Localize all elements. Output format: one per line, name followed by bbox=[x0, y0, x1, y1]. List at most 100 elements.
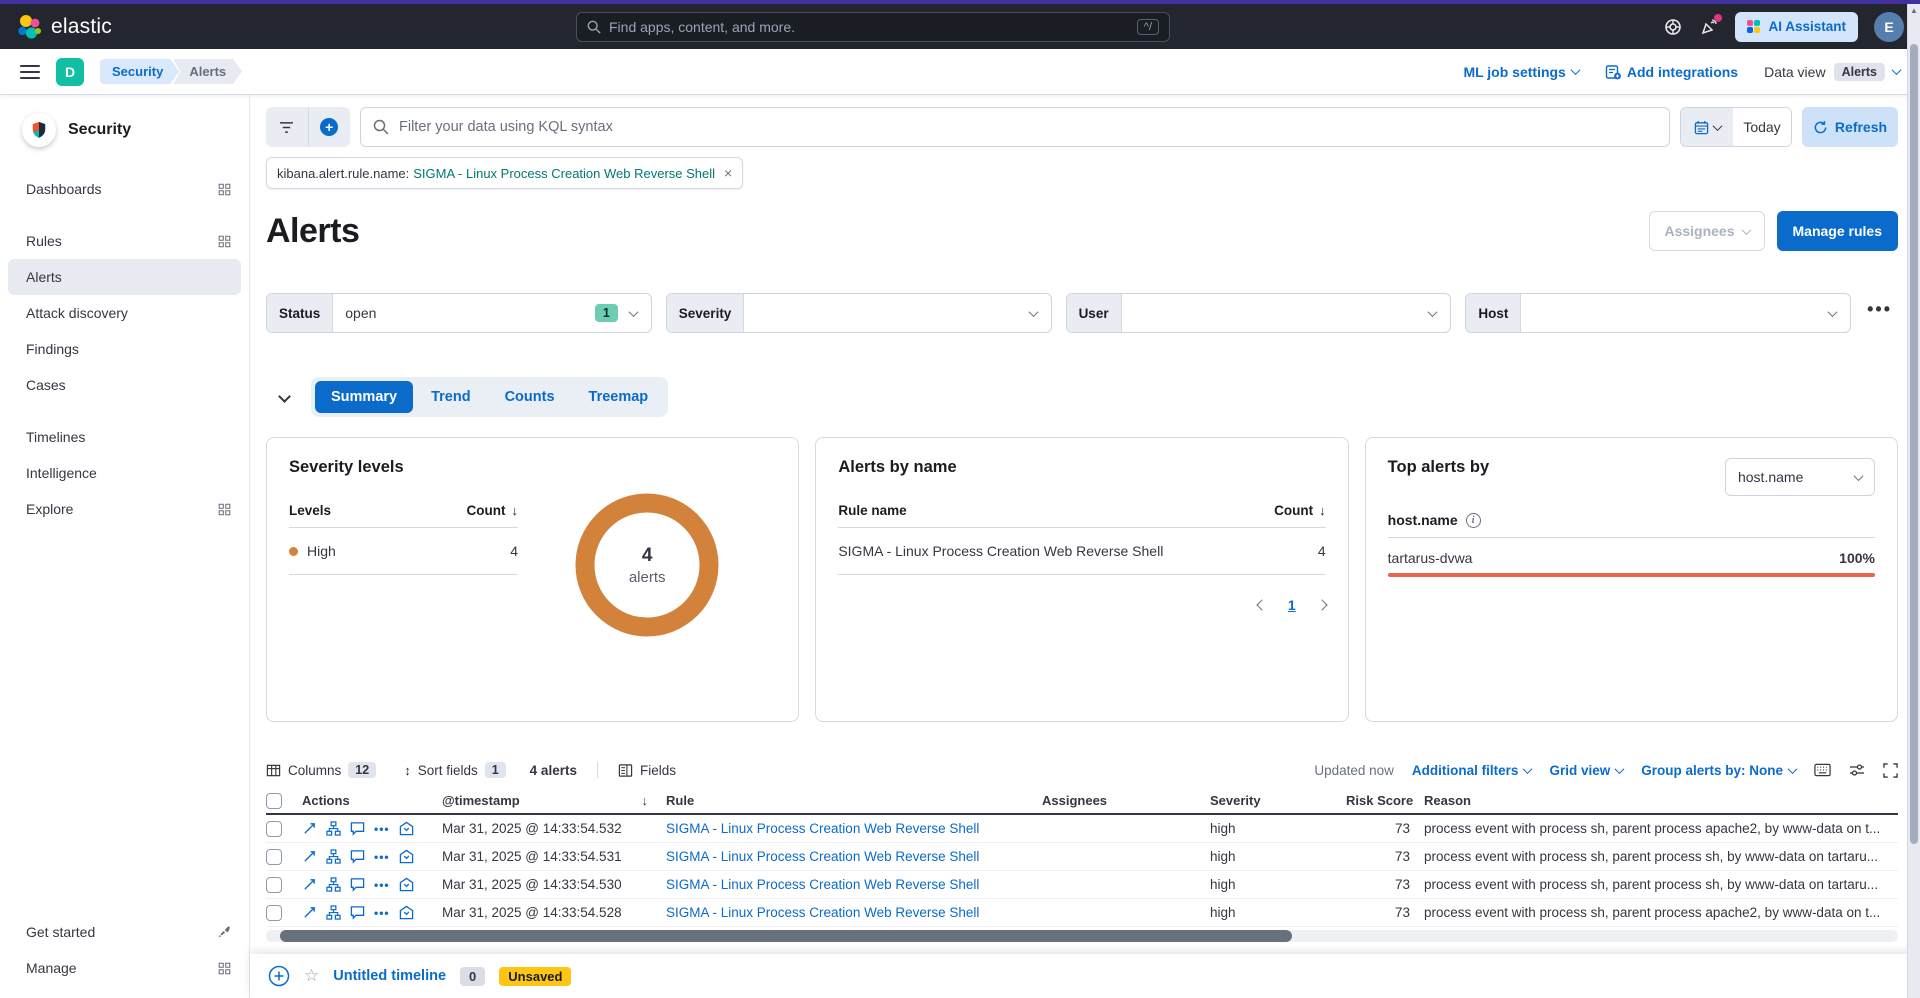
space-badge[interactable]: D bbox=[56, 58, 84, 86]
severity-column-header[interactable]: Severity bbox=[1210, 793, 1346, 808]
user-filter[interactable]: User bbox=[1066, 293, 1452, 333]
more-actions-icon[interactable]: ••• bbox=[374, 822, 390, 836]
page-scrollbar[interactable]: ▲ bbox=[1907, 4, 1920, 998]
close-icon[interactable]: × bbox=[724, 165, 732, 181]
ml-job-settings-link[interactable]: ML job settings bbox=[1463, 64, 1578, 80]
count-column-header[interactable]: Count↓ bbox=[1274, 503, 1325, 518]
alert-row[interactable]: ••• Mar 31, 2025 @ 14:33:54.532 SIGMA - … bbox=[266, 815, 1898, 843]
session-view-icon[interactable] bbox=[399, 821, 414, 836]
kql-search-bar[interactable] bbox=[360, 107, 1670, 147]
fullscreen-icon[interactable] bbox=[1883, 763, 1898, 778]
breadcrumb-security[interactable]: Security bbox=[100, 59, 179, 84]
timeline-title-link[interactable]: Untitled timeline bbox=[333, 968, 446, 984]
add-filter-button[interactable]: + bbox=[309, 107, 351, 147]
sidebar-item-attack-discovery[interactable]: Attack discovery bbox=[8, 295, 241, 331]
risk-score-column-header[interactable]: Risk Score bbox=[1346, 793, 1424, 808]
previous-page-icon[interactable] bbox=[1256, 599, 1267, 610]
session-view-icon[interactable] bbox=[399, 849, 414, 864]
date-picker-menu-button[interactable] bbox=[1681, 108, 1733, 146]
alerts-by-name-row[interactable]: SIGMA - Linux Process Creation Web Rever… bbox=[838, 528, 1325, 575]
page-number[interactable]: 1 bbox=[1288, 597, 1296, 613]
expand-alert-icon[interactable] bbox=[302, 905, 317, 920]
more-actions-icon[interactable]: ••• bbox=[374, 850, 390, 864]
next-page-icon[interactable] bbox=[1316, 599, 1327, 610]
comment-icon[interactable] bbox=[350, 905, 365, 920]
alert-reason[interactable]: process event with process sh, parent pr… bbox=[1424, 821, 1898, 836]
severity-filter[interactable]: Severity bbox=[666, 293, 1052, 333]
alert-rule-link[interactable]: SIGMA - Linux Process Creation Web Rever… bbox=[666, 877, 1042, 892]
display-options-icon[interactable] bbox=[1849, 763, 1865, 777]
sidebar-item-get-started[interactable]: Get started bbox=[8, 914, 241, 950]
expand-alert-icon[interactable] bbox=[302, 877, 317, 892]
alert-rule-link[interactable]: SIGMA - Linux Process Creation Web Rever… bbox=[666, 821, 1042, 836]
comment-icon[interactable] bbox=[350, 877, 365, 892]
kql-input[interactable] bbox=[399, 119, 1657, 135]
add-timeline-icon[interactable] bbox=[268, 965, 290, 987]
rule-column-header[interactable]: Rule bbox=[666, 793, 1042, 808]
comment-icon[interactable] bbox=[350, 849, 365, 864]
sidebar-item-timelines[interactable]: Timelines bbox=[8, 419, 241, 455]
row-checkbox[interactable] bbox=[266, 877, 282, 893]
ai-assistant-button[interactable]: AI Assistant bbox=[1735, 12, 1858, 42]
tab-trend[interactable]: Trend bbox=[415, 381, 486, 413]
reason-column-header[interactable]: Reason bbox=[1424, 793, 1898, 808]
sidebar-item-intelligence[interactable]: Intelligence bbox=[8, 455, 241, 491]
session-view-icon[interactable] bbox=[399, 877, 414, 892]
info-icon[interactable]: i bbox=[1466, 513, 1481, 528]
expand-alert-icon[interactable] bbox=[302, 849, 317, 864]
more-filters-icon[interactable]: ••• bbox=[1865, 299, 1898, 328]
alert-reason[interactable]: process event with process sh, parent pr… bbox=[1424, 877, 1898, 892]
assignees-column-header[interactable]: Assignees bbox=[1042, 793, 1210, 808]
keyboard-shortcuts-icon[interactable] bbox=[1814, 763, 1831, 777]
saved-query-menu-button[interactable] bbox=[266, 107, 309, 147]
row-checkbox[interactable] bbox=[266, 849, 282, 865]
tab-treemap[interactable]: Treemap bbox=[573, 381, 665, 413]
group-alerts-by-button[interactable]: Group alerts by: None bbox=[1641, 763, 1796, 778]
sidebar-item-cases[interactable]: Cases bbox=[8, 367, 241, 403]
scrollbar-thumb[interactable] bbox=[280, 930, 1292, 942]
alert-row[interactable]: ••• Mar 31, 2025 @ 14:33:54.530 SIGMA - … bbox=[266, 871, 1898, 899]
status-filter[interactable]: Status open 1 bbox=[266, 293, 652, 333]
row-checkbox[interactable] bbox=[266, 905, 282, 921]
alert-row[interactable]: ••• Mar 31, 2025 @ 14:33:54.531 SIGMA - … bbox=[266, 843, 1898, 871]
top-alert-row[interactable]: tartarus-dvwa 100% bbox=[1388, 550, 1875, 566]
menu-icon[interactable] bbox=[20, 65, 40, 79]
manage-rules-button[interactable]: Manage rules bbox=[1777, 211, 1898, 251]
alert-reason[interactable]: process event with process sh, parent pr… bbox=[1424, 905, 1898, 920]
alert-rule-link[interactable]: SIGMA - Linux Process Creation Web Rever… bbox=[666, 849, 1042, 864]
analyzer-icon[interactable] bbox=[326, 877, 341, 892]
scrollbar-thumb[interactable] bbox=[1910, 44, 1918, 844]
sidebar-item-findings[interactable]: Findings bbox=[8, 331, 241, 367]
tab-summary[interactable]: Summary bbox=[315, 381, 413, 413]
global-search-input[interactable] bbox=[609, 19, 1129, 35]
assignees-button[interactable]: Assignees bbox=[1649, 211, 1764, 251]
additional-filters-button[interactable]: Additional filters bbox=[1412, 763, 1532, 778]
table-horizontal-scrollbar[interactable] bbox=[266, 930, 1898, 942]
sidebar-item-manage[interactable]: Manage bbox=[8, 950, 241, 986]
row-checkbox[interactable] bbox=[266, 821, 282, 837]
analyzer-icon[interactable] bbox=[326, 849, 341, 864]
sidebar-item-explore[interactable]: Explore bbox=[8, 491, 241, 527]
select-all-checkbox[interactable] bbox=[266, 793, 282, 809]
count-column-header[interactable]: Count↓ bbox=[467, 503, 518, 518]
news-feed-icon[interactable] bbox=[1699, 17, 1719, 37]
columns-button[interactable]: Columns 12 bbox=[266, 762, 376, 778]
elastic-logo[interactable]: elastic bbox=[16, 14, 112, 40]
date-range-value[interactable]: Today bbox=[1733, 108, 1791, 146]
session-view-icon[interactable] bbox=[399, 905, 414, 920]
add-integrations-link[interactable]: Add integrations bbox=[1605, 64, 1738, 80]
collapse-summary-icon[interactable] bbox=[280, 388, 289, 406]
data-view-control[interactable]: Data view Alerts bbox=[1764, 63, 1900, 81]
sidebar-item-alerts[interactable]: Alerts bbox=[8, 259, 241, 295]
grid-view-button[interactable]: Grid view bbox=[1549, 763, 1623, 778]
top-alerts-field-select[interactable]: host.name bbox=[1725, 458, 1875, 496]
scroll-up-arrow[interactable]: ▲ bbox=[1908, 4, 1920, 18]
tab-counts[interactable]: Counts bbox=[489, 381, 571, 413]
timestamp-column-header[interactable]: @timestamp↓ bbox=[442, 793, 666, 808]
user-avatar[interactable]: E bbox=[1874, 12, 1904, 42]
more-actions-icon[interactable]: ••• bbox=[374, 878, 390, 892]
sidebar-item-dashboards[interactable]: Dashboards bbox=[8, 171, 241, 207]
filter-pill-rule-name[interactable]: kibana.alert.rule.name: SIGMA - Linux Pr… bbox=[266, 157, 743, 189]
favorite-star-icon[interactable]: ☆ bbox=[304, 966, 319, 986]
analyzer-icon[interactable] bbox=[326, 821, 341, 836]
